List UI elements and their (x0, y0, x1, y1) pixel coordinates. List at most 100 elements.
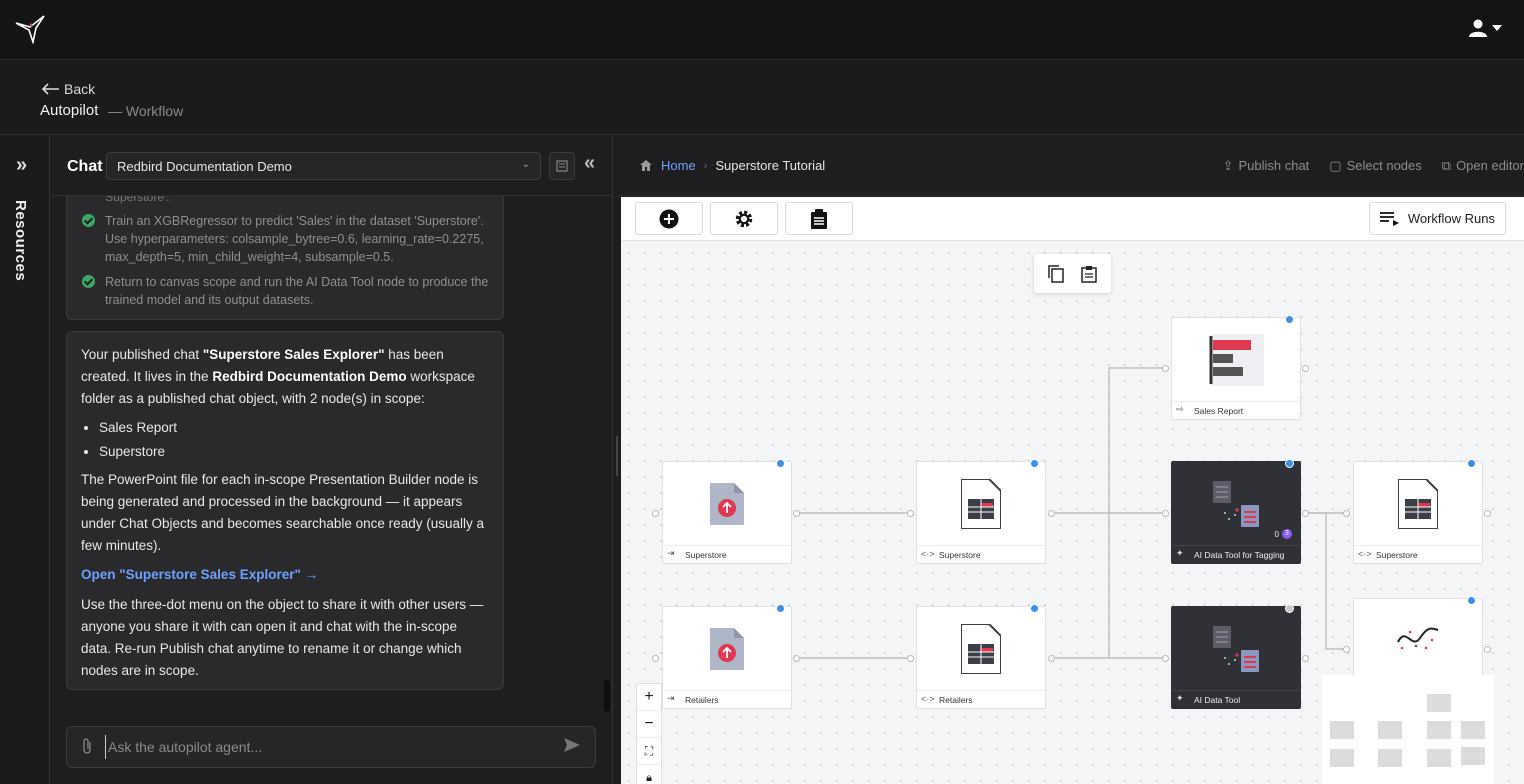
scrollbar[interactable] (604, 680, 610, 712)
node-ai-tagging[interactable]: 0 3 ✦ AI Data Tool for Tagging (1171, 459, 1301, 564)
message-paragraph: Use the three-dot menu on the object to … (81, 597, 484, 678)
bar-chart-icon (1172, 318, 1300, 402)
minimap-node (1378, 749, 1402, 767)
user-icon (1469, 19, 1487, 37)
message-paragraph: The PowerPoint file for each in-scope Pr… (81, 472, 484, 553)
expand-icon[interactable]: » (16, 154, 27, 177)
page-title: Autopilot (40, 102, 99, 119)
chat-name: "Superstore Sales Explorer" (202, 347, 385, 362)
node-label: Superstore (1354, 545, 1482, 563)
input-port[interactable] (1162, 655, 1169, 662)
splitter-grip[interactable] (616, 436, 618, 476)
hummingbird-logo[interactable] (14, 14, 48, 44)
user-menu[interactable] (1468, 18, 1502, 38)
paperclip-icon[interactable] (81, 737, 93, 760)
input-port[interactable] (1162, 365, 1169, 372)
fit-view-icon[interactable]: ⛶ (637, 738, 661, 765)
ai-data-icon (1172, 607, 1300, 691)
run-counter: 0 3 (1275, 529, 1292, 539)
file-upload-icon (663, 607, 791, 691)
output-port[interactable] (1302, 655, 1309, 662)
publish-chat-button[interactable]: ⇪ Publish chat (1223, 158, 1310, 174)
dataset-icon (917, 462, 1045, 546)
output-port[interactable] (1484, 646, 1491, 653)
minimap-node (1378, 721, 1402, 739)
node-sales-report[interactable]: ⇨ Sales Report (1171, 315, 1301, 420)
breadcrumb-home[interactable]: Home (661, 158, 696, 173)
node-superstore-dataset[interactable]: <·> Superstore (916, 459, 1046, 564)
open-chat-link[interactable]: Open "Superstore Sales Explorer" → (81, 564, 489, 586)
output-port[interactable] (1302, 510, 1309, 517)
minimap-node (1330, 749, 1354, 767)
resources-sidebar: » Resources (0, 136, 50, 784)
check-circle-icon (82, 214, 95, 227)
clear-chat-button[interactable] (549, 152, 575, 180)
workspace-select-value: Redbird Documentation Demo (117, 159, 292, 174)
input-port[interactable] (652, 510, 659, 517)
text: Your published chat (81, 347, 203, 362)
node-superstore-output[interactable]: <·> Superstore (1353, 459, 1483, 564)
lock-icon[interactable]: 🔒︎ (637, 765, 661, 784)
input-port[interactable] (1343, 646, 1350, 653)
arrow-left-icon (42, 83, 59, 95)
external-link-icon: ⧉ (1441, 158, 1452, 173)
workspace-name: Redbird Documentation Demo (212, 369, 407, 384)
check-circle-icon (82, 275, 95, 288)
minimap-node (1461, 747, 1485, 765)
minimap-node (1461, 721, 1485, 739)
chat-input[interactable] (105, 735, 545, 759)
file-upload-icon (663, 462, 791, 546)
input-port[interactable] (652, 655, 659, 662)
counter-left: 0 (1274, 529, 1279, 539)
plan-card: 'Superstore'. Train an XGBRegressor to p… (66, 196, 504, 320)
send-icon[interactable] (563, 737, 581, 758)
input-port[interactable] (1162, 510, 1169, 517)
select-nodes-button[interactable]: ▢ Select nodes (1329, 158, 1421, 174)
minimap-node (1427, 749, 1451, 767)
zoom-out-icon[interactable]: − (637, 711, 661, 738)
zoom-in-icon[interactable]: + (637, 684, 661, 711)
home-icon[interactable] (639, 159, 653, 172)
output-port[interactable] (1048, 510, 1055, 517)
canvas-header: Home › Superstore Tutorial ⇪ Publish chat… (621, 136, 1524, 196)
node-retailers-upload[interactable]: ⇥ Retailers (662, 604, 792, 709)
output-port[interactable] (1302, 365, 1309, 372)
workflow-canvas[interactable]: Workflow Runs ⇥ Superstore <·> Superstor… (621, 197, 1524, 784)
chat-header: Chat Redbird Documentation Demo ⌄ « (51, 136, 612, 196)
message-list: 'Superstore'. Train an XGBRegressor to p… (51, 196, 612, 714)
chat-panel: Chat Redbird Documentation Demo ⌄ « 'Sup… (51, 136, 612, 784)
panel-splitter[interactable] (612, 136, 621, 784)
scatter-trend-icon (1354, 599, 1482, 677)
publish-chat-label: Publish chat (1238, 158, 1310, 173)
node-retailers-dataset[interactable]: <·> Retailers (916, 604, 1046, 709)
page-subtitle: — Workflow (108, 103, 184, 119)
open-editor-button[interactable]: ⧉ Open editor (1442, 158, 1524, 174)
node-label: Sales Report (1172, 401, 1300, 419)
input-port[interactable] (1343, 510, 1350, 517)
node-ai-data-tool[interactable]: ✦ AI Data Tool (1171, 604, 1301, 709)
dataset-icon (1354, 462, 1482, 546)
back-link[interactable]: Back (42, 81, 95, 97)
node-label: Retailers (663, 690, 791, 708)
select-nodes-label: Select nodes (1346, 158, 1422, 173)
node-model[interactable] (1353, 596, 1483, 678)
output-port[interactable] (793, 655, 800, 662)
resources-label[interactable]: Resources (12, 200, 29, 281)
workspace-select[interactable]: Redbird Documentation Demo ⌄ (106, 152, 541, 180)
output-port[interactable] (1484, 510, 1491, 517)
node-superstore-upload[interactable]: ⇥ Superstore (662, 459, 792, 564)
minimap-node (1330, 721, 1354, 739)
output-port[interactable] (1048, 655, 1055, 662)
upload-icon: ⇪ (1222, 158, 1234, 173)
breadcrumb: Home › Superstore Tutorial (639, 158, 825, 173)
chevron-down-icon: ⌄ (521, 159, 530, 170)
zoom-controls: + − ⛶ 🔒︎ (636, 683, 662, 784)
input-port[interactable] (907, 510, 914, 517)
list-item: Superstore (99, 441, 489, 463)
open-editor-label: Open editor (1456, 158, 1524, 173)
output-port[interactable] (793, 510, 800, 517)
node-label: Superstore (663, 545, 791, 563)
minimap[interactable] (1322, 675, 1494, 784)
input-port[interactable] (907, 655, 914, 662)
collapse-chat-icon[interactable]: « (584, 152, 595, 175)
